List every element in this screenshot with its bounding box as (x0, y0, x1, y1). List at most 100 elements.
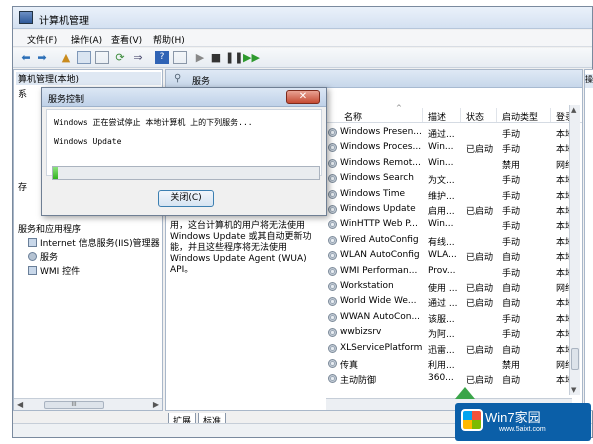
dialog-service-name: Windows Update (54, 137, 122, 146)
forward-icon[interactable]: ➡ (35, 51, 49, 64)
help-icon[interactable]: ? (155, 51, 169, 64)
properties-icon[interactable] (95, 51, 109, 64)
tree-item-services-apps[interactable]: 服务和应用程序 (18, 222, 81, 235)
service-desc: 通过 ... (428, 299, 458, 310)
service-desc: 该服... (428, 314, 455, 325)
service-desc: Win... (428, 142, 454, 153)
service-desc: 维护... (428, 191, 455, 202)
service-row[interactable]: Wired AutoConfig有线...手动本地 (326, 233, 572, 248)
tree-item-wmi[interactable]: WMI 控件 (28, 264, 80, 277)
col-name[interactable]: 名称 (344, 110, 362, 123)
progress-fill (53, 167, 59, 179)
service-row[interactable]: Windows Time维护...手动本地 (326, 187, 572, 202)
service-name: WLAN AutoConfig (340, 250, 420, 261)
service-desc: 为文... (428, 176, 455, 187)
service-startup: 手动 (502, 268, 521, 279)
export-icon[interactable]: ⇒ (131, 51, 145, 64)
service-row[interactable]: World Wide We...通过 ...已启动自动本地 (326, 294, 572, 309)
service-row[interactable]: WinHTTP Web P...Win...手动本地 (326, 217, 572, 232)
service-name: XLServicePlatform (340, 342, 423, 353)
logo-site: www.5aixt.com (499, 426, 546, 433)
service-description: 用，这台计算机的用户将无法使用 Windows Update 或其自动更新功能，… (170, 221, 312, 275)
service-row[interactable]: 主动防御360...已启动自动本地 (326, 371, 572, 386)
service-gear-icon (328, 174, 337, 184)
col-startup[interactable]: 启动类型 (502, 110, 538, 123)
service-row[interactable]: Workstation使用 ...已启动自动网络 (326, 279, 572, 294)
service-row[interactable]: 传真利用...禁用网络 (326, 356, 572, 371)
refresh-icon[interactable]: ⟳ (113, 51, 127, 64)
service-name: WinHTTP Web P... (340, 219, 418, 230)
service-desc: Win... (428, 219, 454, 230)
tree-item-partial-mid[interactable]: 存 (18, 180, 27, 193)
show-hide-tree-icon[interactable] (77, 51, 91, 64)
tree-item-services[interactable]: 服务 (28, 250, 58, 263)
sort-arrow-icon: ^ (396, 104, 402, 112)
stop-service-icon[interactable]: ■ (209, 51, 223, 64)
service-row[interactable]: Windows Remot...Win...禁用网络 (326, 156, 572, 171)
menu-file[interactable]: 文件(F) (27, 33, 57, 46)
dialog-close-icon[interactable]: ✕ (286, 90, 320, 104)
service-row[interactable]: WMI Performan...Prov...手动本地 (326, 264, 572, 279)
menu-help[interactable]: 帮助(H) (153, 33, 185, 46)
service-gear-icon (328, 205, 337, 214)
service-row[interactable]: XLServicePlatform迅雷...已启动自动本地 (326, 341, 572, 356)
service-row[interactable]: Windows Proces...Win...已启动手动本地 (326, 140, 572, 155)
service-name: Windows Presen... (340, 127, 422, 137)
service-status: 已启动 (466, 253, 494, 264)
service-desc: 为阿... (428, 330, 455, 341)
service-name: 传真 (340, 361, 359, 371)
col-status[interactable]: 状态 (466, 110, 484, 123)
list-vertical-scrollbar[interactable]: ▲ ▼ (569, 105, 580, 395)
menu-view[interactable]: 查看(V) (111, 33, 142, 46)
scroll-right-icon[interactable]: ▶ (153, 400, 159, 409)
service-row[interactable]: Windows Update启用...已启动手动本地 (326, 202, 572, 217)
toolbar: ⬅ ➡ ▲ ⟳ ⇒ ? ▶ ■ ❚❚ ▶▶ (13, 48, 592, 68)
service-name: 主动防御 (340, 376, 377, 387)
service-status: 已启动 (466, 284, 494, 294)
scroll-down-icon[interactable]: ▼ (571, 386, 576, 394)
service-gear-icon (328, 220, 337, 230)
up-folder-icon[interactable]: ▲ (59, 51, 73, 64)
service-row[interactable]: Windows Search为文...手动本地 (326, 171, 572, 186)
console-icon[interactable] (173, 51, 187, 64)
logo-brand: Win7家园 (485, 410, 541, 425)
service-row[interactable]: Windows Presen...通过...手动本地 (326, 125, 572, 140)
service-desc: 迅雷... (428, 345, 455, 356)
service-startup: 手动 (502, 330, 521, 341)
service-startup: 禁用 (502, 160, 521, 171)
actions-header: 操 (585, 74, 593, 88)
tree-horizontal-scrollbar[interactable]: ◀ III ▶ (14, 398, 162, 410)
service-row[interactable]: WLAN AutoConfigWLA...已启动自动本地 (326, 248, 572, 263)
title-bar: 计算机管理 (13, 7, 592, 29)
service-gear-icon (328, 374, 337, 384)
iis-icon (28, 238, 37, 247)
dialog-title: 服务控制 (48, 95, 85, 105)
col-desc[interactable]: 描述 (428, 110, 446, 123)
tree-item-partial-top[interactable]: 系 (18, 87, 27, 100)
arrow-icon (455, 387, 475, 399)
scroll-thumb[interactable]: III (44, 401, 104, 409)
service-gear-icon (328, 128, 337, 137)
scroll-left-icon[interactable]: ◀ (17, 400, 23, 409)
tree-root[interactable]: 算机管理(本地) (16, 72, 161, 85)
start-service-icon[interactable]: ▶ (193, 51, 207, 64)
service-gear-icon (328, 251, 337, 261)
scroll-up-icon[interactable]: ▲ (571, 106, 576, 114)
service-gear-icon (328, 312, 337, 322)
service-gear-icon (328, 297, 337, 307)
service-row[interactable]: wwbizsrv为阿...手动本地 (326, 325, 572, 340)
close-button[interactable]: 关闭(C) (158, 190, 214, 207)
service-startup: 自动 (502, 376, 521, 387)
back-icon[interactable]: ⬅ (19, 51, 33, 64)
restart-service-icon[interactable]: ▶▶ (243, 51, 260, 64)
column-header: 名称 ^ 描述 状态 启动类型 登录 (326, 104, 582, 123)
menu-action[interactable]: 操作(A) (71, 33, 102, 46)
tree-item-iis[interactable]: Internet 信息服务(IIS)管理器 (28, 236, 160, 249)
service-startup: 手动 (502, 191, 521, 202)
service-name: Wired AutoConfig (340, 234, 419, 245)
pause-service-icon[interactable]: ❚❚ (225, 51, 243, 64)
service-desc: 启用... (428, 207, 455, 217)
menu-bar: 文件(F) 操作(A) 查看(V) 帮助(H) (13, 30, 592, 47)
service-row[interactable]: WWAN AutoCon...该服...手动本地 (326, 310, 572, 325)
vscroll-thumb[interactable] (571, 348, 579, 370)
